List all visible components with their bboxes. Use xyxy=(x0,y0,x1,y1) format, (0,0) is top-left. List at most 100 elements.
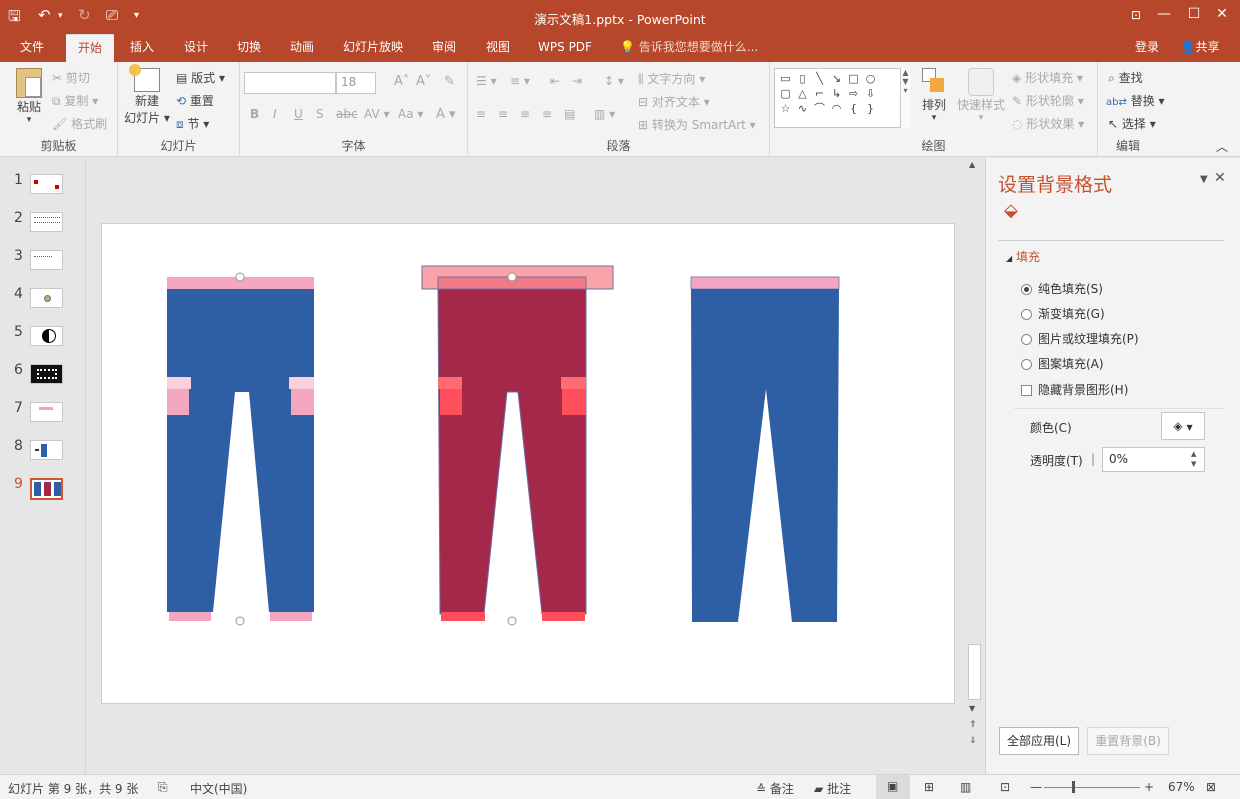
close-button[interactable]: ✕ xyxy=(1208,6,1236,22)
align-center-icon[interactable]: ≡ xyxy=(498,107,508,121)
zoom-in-icon[interactable]: + xyxy=(1144,780,1154,794)
arrow-line-shape-icon[interactable]: ↘ xyxy=(828,71,845,86)
slide-thumbnail-2[interactable] xyxy=(30,212,63,232)
slide-thumbnail-9[interactable] xyxy=(30,478,63,500)
gradient-fill-option[interactable]: 渐变填充(G) xyxy=(1021,305,1105,322)
slide-9[interactable] xyxy=(101,223,955,704)
ribbon-options-icon[interactable]: ⊡ xyxy=(1122,8,1150,22)
slide-thumbnail-7[interactable] xyxy=(30,402,63,422)
slide-thumbnail-6[interactable] xyxy=(30,364,63,384)
font-color-icon[interactable]: A ▾ xyxy=(436,107,456,122)
underline-icon[interactable]: U xyxy=(294,107,303,121)
paste-button[interactable]: 粘贴 ▾ xyxy=(12,68,46,125)
tab-animations[interactable]: 动画 xyxy=(280,34,324,62)
distributed-icon[interactable]: ▤ xyxy=(564,107,575,121)
tab-slideshow[interactable]: 幻灯片放映 xyxy=(336,34,410,62)
align-text-button[interactable]: ⊟ 对齐文本 ▾ xyxy=(638,93,710,110)
bold-icon[interactable]: B xyxy=(250,107,259,121)
pants-blue-left[interactable] xyxy=(167,272,314,626)
freeform-shape-icon[interactable]: ∿ xyxy=(794,101,811,116)
star-shape-icon[interactable]: ☆ xyxy=(777,101,794,116)
tab-file[interactable]: 文件 xyxy=(8,34,56,62)
reset-button[interactable]: ⟲ 重置 xyxy=(176,92,214,109)
transparency-input[interactable]: 0% xyxy=(1102,447,1205,472)
align-right-icon[interactable]: ≡ xyxy=(520,107,530,121)
language-indicator[interactable]: 中文(中国) xyxy=(190,780,247,797)
columns-icon[interactable]: ▥ ▾ xyxy=(594,107,615,121)
transparency-slider[interactable]: | xyxy=(1091,452,1095,466)
char-spacing-icon[interactable]: AV ▾ xyxy=(364,107,390,121)
replace-button[interactable]: ab⇄ 替换 ▾ xyxy=(1106,92,1165,109)
canvas-vertical-scrollbar[interactable]: ▲ ▼ ⇑ ⇓ xyxy=(966,158,984,774)
tell-me-search[interactable]: 💡 告诉我您想要做什么... xyxy=(620,34,758,62)
pattern-fill-radio[interactable] xyxy=(1021,359,1032,370)
oval-shape-icon[interactable]: ○ xyxy=(862,71,879,86)
notes-button[interactable]: ≙ 备注 xyxy=(756,780,794,797)
zoom-level[interactable]: 67% xyxy=(1168,780,1195,794)
tab-insert[interactable]: 插入 xyxy=(120,34,164,62)
text-direction-button[interactable]: ⫼ 文字方向 ▾ xyxy=(638,70,705,87)
shape-effects-button[interactable]: ◌ 形状效果 ▾ xyxy=(1012,115,1084,132)
select-button[interactable]: ↖ 选择 ▾ xyxy=(1108,115,1156,132)
right-brace-shape-icon[interactable]: } xyxy=(862,101,879,116)
curve-shape-icon[interactable]: ⌒ xyxy=(811,101,828,116)
justify-icon[interactable]: ≡ xyxy=(542,107,552,121)
format-painter-button[interactable]: 🖌 格式刷 xyxy=(52,115,107,132)
minimize-button[interactable]: — xyxy=(1150,6,1178,22)
tab-view[interactable]: 视图 xyxy=(476,34,520,62)
new-slide-button[interactable]: 新建 幻灯片 ▾ xyxy=(124,64,170,126)
scroll-thumb[interactable] xyxy=(968,644,981,700)
picture-fill-radio[interactable] xyxy=(1021,334,1032,345)
rectangle-shape-icon[interactable]: □ xyxy=(845,71,862,86)
color-picker-button[interactable]: ◈ ▼ xyxy=(1161,412,1205,440)
left-brace-shape-icon[interactable]: { xyxy=(845,101,862,116)
shape-fill-button[interactable]: ◈ 形状填充 ▾ xyxy=(1012,69,1083,86)
convert-smartart-button[interactable]: ⊞ 转换为 SmartArt ▾ xyxy=(638,116,756,133)
font-size-increase-icon[interactable]: A˄ xyxy=(394,74,409,89)
comments-button[interactable]: ▰ 批注 xyxy=(814,780,851,797)
cut-button[interactable]: ✂ 剪切 xyxy=(52,69,90,86)
quick-styles-button[interactable]: 快速样式 ▾ xyxy=(956,68,1006,123)
line-shape-icon[interactable]: ╲ xyxy=(811,71,828,86)
textbox-shape-icon[interactable]: ▭ xyxy=(777,71,794,86)
scroll-up-icon[interactable]: ▲ xyxy=(969,160,975,169)
previous-slide-icon[interactable]: ⇑ xyxy=(969,720,977,730)
bullets-icon[interactable]: ☰ ▾ xyxy=(476,74,497,88)
zoom-slider-thumb[interactable] xyxy=(1072,781,1075,793)
line-spacing-icon[interactable]: ↕ ▾ xyxy=(604,74,624,88)
increase-indent-icon[interactable]: ⇥ xyxy=(572,74,582,88)
slideshow-view-icon[interactable]: ⊡ xyxy=(1000,780,1010,794)
change-case-icon[interactable]: Aa ▾ xyxy=(398,107,423,121)
slide-thumbnail-8[interactable] xyxy=(30,440,63,460)
find-button[interactable]: ⌕ 查找 xyxy=(1108,69,1143,86)
pants-blue-right[interactable] xyxy=(690,276,840,622)
font-name-input[interactable] xyxy=(244,72,336,94)
tab-wps-pdf[interactable]: WPS PDF xyxy=(530,34,600,62)
slide-thumbnail-1[interactable] xyxy=(30,174,63,194)
font-size-input[interactable]: 18 xyxy=(336,72,376,94)
solid-fill-radio[interactable] xyxy=(1021,284,1032,295)
copy-button[interactable]: ⧉ 复制 ▾ xyxy=(52,92,98,109)
tab-review[interactable]: 审阅 xyxy=(422,34,466,62)
right-arrow-shape-icon[interactable]: ⇨ xyxy=(845,86,862,101)
apply-to-all-button[interactable]: 全部应用(L) xyxy=(999,727,1079,755)
down-arrow-shape-icon[interactable]: ⇩ xyxy=(862,86,879,101)
decrease-indent-icon[interactable]: ⇤ xyxy=(550,74,560,88)
solid-fill-option[interactable]: 纯色填充(S) xyxy=(1021,280,1103,297)
fill-bucket-icon[interactable]: ⬙ xyxy=(1004,200,1018,221)
vertical-textbox-shape-icon[interactable]: ▯ xyxy=(794,71,811,86)
slide-thumbnail-4[interactable] xyxy=(30,288,63,308)
pattern-fill-option[interactable]: 图案填充(A) xyxy=(1021,355,1104,372)
italic-icon[interactable]: I xyxy=(273,107,277,121)
collapse-ribbon-icon[interactable]: ︿ xyxy=(1216,138,1228,155)
scroll-down-icon[interactable]: ▼ xyxy=(969,704,975,713)
layout-button[interactable]: ▤ 版式 ▾ xyxy=(176,69,225,86)
pants-red-middle[interactable] xyxy=(421,265,614,626)
reading-view-icon[interactable]: ▥ xyxy=(960,780,971,794)
next-slide-icon[interactable]: ⇓ xyxy=(969,736,977,746)
share-button[interactable]: 👤共享 xyxy=(1172,34,1228,62)
fill-section-header[interactable]: ◢ 填充 xyxy=(1006,248,1040,265)
picture-fill-option[interactable]: 图片或纹理填充(P) xyxy=(1021,330,1139,347)
fit-to-window-icon[interactable]: ⊠ xyxy=(1206,780,1216,794)
hide-background-graphics-checkbox[interactable] xyxy=(1021,385,1032,396)
